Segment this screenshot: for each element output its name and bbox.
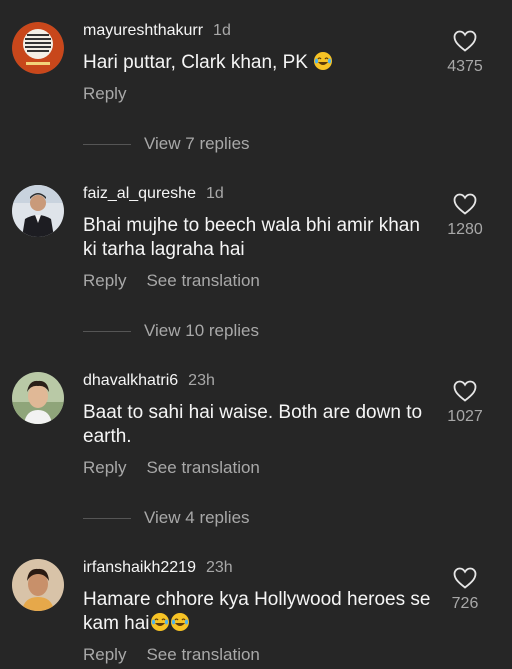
person-avatar-icon	[12, 372, 64, 424]
comment-header: dhavalkhatri6 23h	[83, 372, 215, 390]
person-avatar-icon	[12, 559, 64, 611]
logo-avatar-icon	[12, 22, 64, 74]
comment-text: Hari puttar, Clark khan, PK	[83, 51, 433, 75]
see-translation-button[interactable]: See translation	[146, 458, 259, 477]
avatar[interactable]	[12, 185, 64, 237]
comment-actions: Reply See translation	[83, 458, 260, 478]
like-control: 1280	[440, 193, 490, 239]
comment-actions: Reply	[83, 84, 126, 104]
person-avatar-icon	[12, 185, 64, 237]
divider-line	[83, 330, 131, 332]
timestamp: 23h	[205, 559, 233, 576]
avatar[interactable]	[12, 22, 64, 74]
comment-text: Baat to sahi hai waise. Both are down to…	[83, 401, 433, 449]
username[interactable]: faiz_al_qureshe	[83, 185, 196, 202]
view-replies-button[interactable]: View 10 replies	[83, 319, 259, 343]
view-replies-label: View 4 replies	[144, 508, 250, 527]
divider-line	[83, 143, 131, 145]
comment-header: mayureshthakurr 1d	[83, 22, 231, 40]
reply-button[interactable]: Reply	[83, 271, 126, 290]
view-replies-label: View 10 replies	[144, 321, 259, 340]
avatar[interactable]	[12, 372, 64, 424]
heart-outline-icon[interactable]	[453, 380, 477, 402]
comment-body: Hari puttar, Clark khan, PK	[83, 52, 308, 73]
comment-text: Bhai mujhe to beech wala bhi amir khan k…	[83, 214, 433, 262]
username[interactable]: mayureshthakurr	[83, 22, 203, 39]
heart-outline-icon[interactable]	[453, 567, 477, 589]
like-count: 1027	[447, 408, 483, 425]
timestamp: 1d	[205, 185, 224, 202]
like-control: 1027	[440, 380, 490, 426]
timestamp: 1d	[213, 22, 231, 39]
see-translation-button[interactable]: See translation	[146, 271, 259, 290]
comment-header: irfanshaikh2219 23h	[83, 559, 233, 577]
laughing-tears-emoji-icon	[150, 613, 169, 631]
like-count: 726	[451, 595, 479, 612]
like-count: 4375	[447, 58, 483, 75]
comment-actions: Reply See translation	[83, 271, 260, 291]
reply-button[interactable]: Reply	[83, 645, 126, 664]
avatar[interactable]	[12, 559, 64, 611]
like-control: 726	[440, 567, 490, 613]
laughing-tears-emoji-icon	[170, 613, 189, 631]
comment-body: Hamare chhore kya Hollywood heroes se ka…	[83, 589, 431, 634]
heart-outline-icon[interactable]	[453, 193, 477, 215]
comment-header: faiz_al_qureshe 1d	[83, 185, 224, 203]
username[interactable]: dhavalkhatri6	[83, 372, 178, 389]
laughing-tears-emoji-icon	[314, 52, 333, 70]
comment-actions: Reply See translation	[83, 645, 260, 665]
see-translation-button[interactable]: See translation	[146, 645, 259, 664]
username[interactable]: irfanshaikh2219	[83, 559, 196, 576]
view-replies-button[interactable]: View 4 replies	[83, 506, 250, 530]
divider-line	[83, 517, 131, 519]
like-control: 4375	[440, 30, 490, 76]
comment-text: Hamare chhore kya Hollywood heroes se ka…	[83, 588, 433, 636]
comment-body: Baat to sahi hai waise. Both are down to…	[83, 402, 423, 447]
comment-body: Bhai mujhe to beech wala bhi amir khan k…	[83, 215, 420, 260]
heart-outline-icon[interactable]	[453, 30, 477, 52]
view-replies-button[interactable]: View 7 replies	[83, 132, 250, 156]
reply-button[interactable]: Reply	[83, 84, 126, 103]
view-replies-label: View 7 replies	[144, 134, 250, 153]
reply-button[interactable]: Reply	[83, 458, 126, 477]
like-count: 1280	[447, 221, 483, 238]
timestamp: 23h	[188, 372, 215, 389]
